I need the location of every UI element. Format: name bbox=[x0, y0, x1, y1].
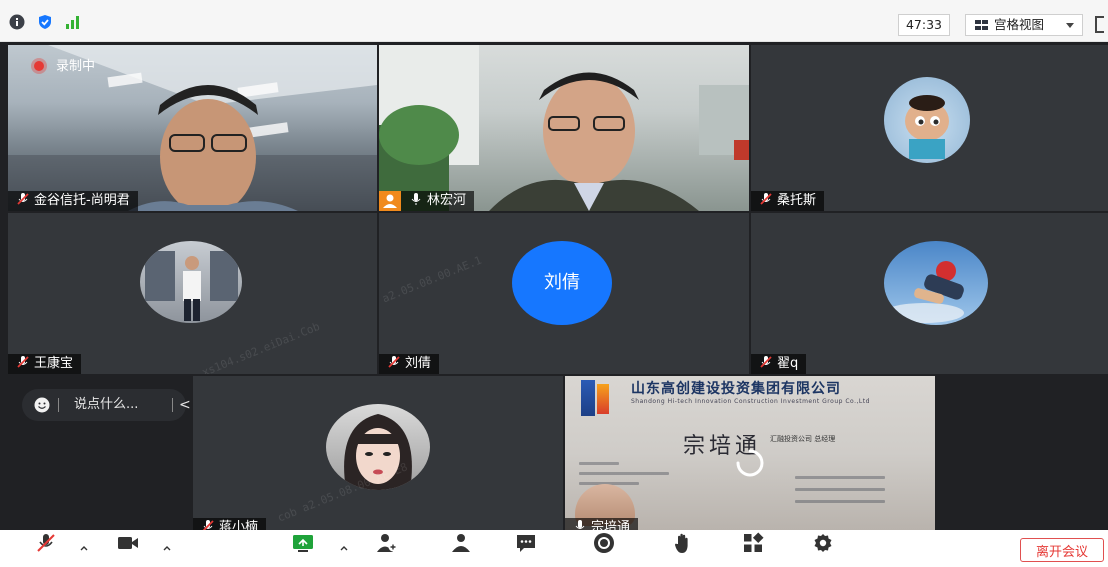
host-person-icon bbox=[383, 194, 397, 208]
participant-tile[interactable]: 林宏河 bbox=[379, 45, 749, 211]
participant-tile[interactable]: xs104.s02.eiDai.Cob 王康宝 bbox=[8, 213, 377, 374]
mic-muted-icon bbox=[16, 355, 30, 369]
emoji-icon[interactable] bbox=[34, 397, 50, 413]
info-icon[interactable] bbox=[9, 14, 25, 30]
invite-icon[interactable] bbox=[376, 532, 398, 554]
card-role: 汇融投资公司 总经理 bbox=[770, 435, 836, 443]
collapse-chevron-icon[interactable]: < bbox=[179, 389, 191, 421]
apps-icon[interactable] bbox=[742, 532, 764, 554]
participant-tile[interactable]: 桑托斯 bbox=[751, 45, 1108, 211]
participant-initials-avatar: 刘倩 bbox=[512, 241, 612, 325]
recording-indicator: 录制中 bbox=[34, 55, 95, 74]
record-icon[interactable] bbox=[593, 532, 615, 554]
chat-placeholder: 说点什么... bbox=[74, 397, 139, 412]
camera-icon[interactable] bbox=[117, 532, 139, 554]
card-company-name: 山东高创建设投资集团有限公司 bbox=[631, 381, 841, 397]
participant-name-tag: 蒋小楠 bbox=[193, 518, 267, 530]
view-mode-label: 宫格视图 bbox=[994, 17, 1045, 32]
watermark-text: xs104.s02.eiDai.Cob bbox=[200, 319, 322, 374]
minion-avatar-image bbox=[905, 95, 949, 159]
grid-view-icon bbox=[975, 20, 988, 30]
meeting-top-bar: 47:33 宫格视图 bbox=[0, 0, 1108, 42]
participant-avatar bbox=[884, 77, 970, 163]
fullscreen-icon[interactable] bbox=[1095, 16, 1104, 33]
participants-icon[interactable] bbox=[450, 532, 472, 554]
video-grid: 录制中 金谷信托-尚明君 林宏河 桑托斯 xs104.s02.eiDai.Cob… bbox=[0, 42, 1108, 530]
participant-avatar bbox=[884, 241, 988, 325]
loading-spinner-icon bbox=[736, 449, 764, 477]
participant-tile[interactable]: cob a2.05.08.00.AE.E8 蒋小楠 bbox=[193, 376, 563, 530]
divider bbox=[58, 398, 59, 412]
mic-muted-icon bbox=[16, 192, 30, 206]
view-mode-dropdown[interactable]: 宫格视图 bbox=[965, 14, 1083, 36]
participant-name-tag: 桑托斯 bbox=[751, 191, 825, 211]
chevron-up-icon[interactable] bbox=[80, 544, 88, 552]
person-photo-avatar-image bbox=[145, 251, 238, 321]
mic-muted-icon bbox=[387, 355, 401, 369]
chevron-up-icon[interactable] bbox=[340, 544, 348, 552]
quick-chat-input[interactable]: 说点什么... < bbox=[22, 389, 191, 421]
signal-bars-icon[interactable] bbox=[65, 14, 81, 30]
empty-tile bbox=[937, 376, 1108, 530]
participant-tile[interactable]: 山东高创建设投资集团有限公司 Shandong Hi-tech Innovati… bbox=[565, 376, 935, 530]
participant-tile[interactable]: 翟q bbox=[751, 213, 1108, 374]
participant-avatar bbox=[140, 241, 242, 323]
company-logo bbox=[581, 380, 595, 416]
divider bbox=[172, 398, 173, 412]
chevron-down-icon bbox=[1066, 23, 1074, 28]
card-company-english: Shandong Hi-tech Innovation Construction… bbox=[631, 398, 870, 405]
video-frame bbox=[379, 45, 749, 211]
participant-name-tag: 林宏河 bbox=[401, 191, 475, 211]
meeting-timer: 47:33 bbox=[898, 14, 950, 36]
participant-tile[interactable]: 刘倩 a2.05.08.00.AE.1 刘倩 bbox=[379, 213, 749, 374]
card-text-line bbox=[795, 500, 885, 503]
mic-icon bbox=[409, 192, 423, 206]
participant-name-tag: 刘倩 bbox=[379, 354, 440, 374]
card-text-line bbox=[579, 462, 619, 465]
shield-icon[interactable] bbox=[37, 14, 53, 30]
participant-tile[interactable]: 录制中 金谷信托-尚明君 bbox=[8, 45, 377, 211]
mic-muted-icon[interactable] bbox=[35, 532, 57, 554]
settings-gear-icon[interactable] bbox=[812, 532, 834, 554]
host-badge bbox=[379, 191, 401, 211]
record-dot-icon bbox=[34, 61, 44, 71]
chevron-up-icon[interactable] bbox=[163, 544, 171, 552]
mic-muted-icon bbox=[201, 519, 215, 530]
chat-icon[interactable] bbox=[515, 532, 537, 554]
skydiver-avatar-image bbox=[884, 261, 964, 323]
meeting-toolbar: 离开会议 bbox=[0, 530, 1108, 562]
card-text-line bbox=[579, 472, 669, 475]
participant-name-tag: 宗培通 bbox=[565, 518, 639, 530]
mic-icon bbox=[573, 519, 587, 530]
watermark-text: a2.05.08.00.AE.1 bbox=[380, 253, 484, 306]
raise-hand-icon[interactable] bbox=[672, 532, 694, 554]
leave-meeting-button[interactable]: 离开会议 bbox=[1020, 538, 1104, 562]
card-text-line bbox=[795, 476, 885, 479]
company-logo-accent bbox=[597, 384, 609, 414]
share-screen-icon[interactable] bbox=[292, 532, 314, 554]
mic-muted-icon bbox=[759, 192, 773, 206]
card-text-line bbox=[795, 488, 885, 491]
participant-name-tag: 金谷信托-尚明君 bbox=[8, 191, 138, 211]
participant-name-tag: 王康宝 bbox=[8, 354, 82, 374]
mic-muted-icon bbox=[759, 355, 773, 369]
participant-name-tag: 翟q bbox=[751, 354, 807, 374]
